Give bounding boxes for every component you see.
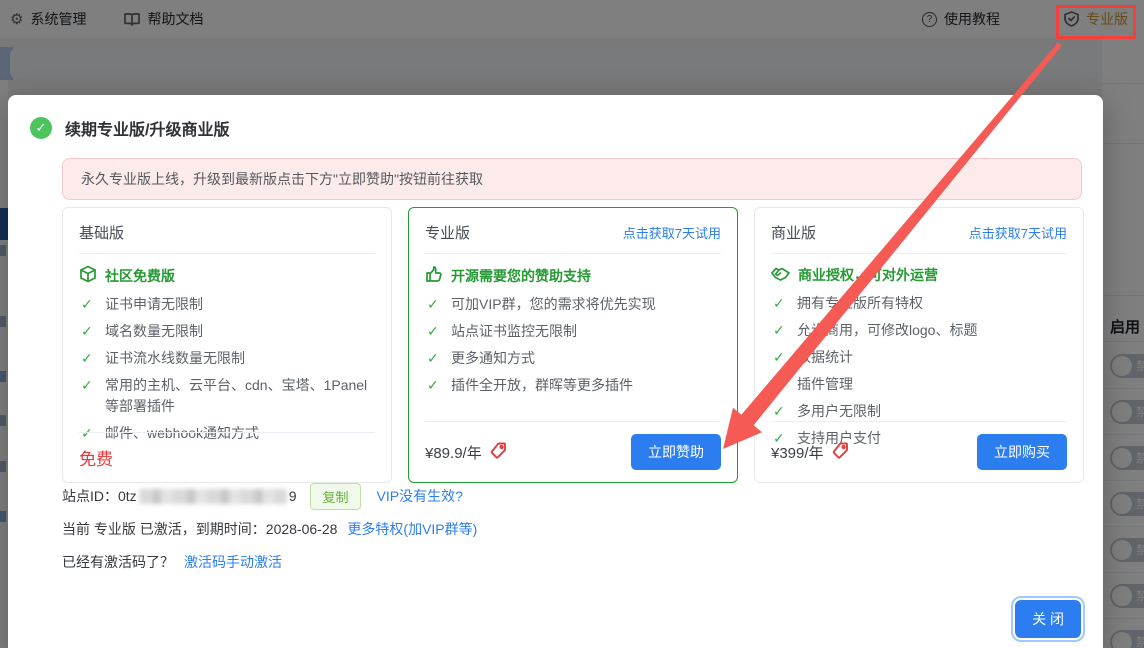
feature-item: ✓插件管理 [771, 374, 1067, 395]
pricing-cards: 基础版 社区免费版 ✓证书申请无限制 ✓域名数量无限制 ✓证书流水线数量无限制 ✓常用… [62, 207, 1084, 483]
manual-activation-link[interactable]: 激活码手动激活 [184, 552, 282, 572]
copy-button[interactable]: 复制 [310, 483, 360, 510]
upgrade-dialog: ✓ 续期专业版/升级商业版 永久专业版上线，升级到最新版点击下方"立即赞助"按钮… [8, 95, 1103, 648]
package-cube-icon [79, 265, 97, 286]
card-pro-title: 专业版 [425, 222, 470, 243]
activation-question-text: 已经有激活码了？ [62, 552, 174, 572]
card-pro-highlight: 开源需要您的赞助支持 [451, 266, 591, 286]
card-business-price: ¥399/年 [771, 442, 824, 463]
feature-item: ✓多用户无限制 [771, 401, 1067, 422]
pricing-card-pro: 专业版 点击获取7天试用 开源需要您的赞助支持 ✓可加VIP群，您的需求将优先实… [408, 207, 738, 483]
check-icon: ✓ [773, 401, 785, 422]
feature-item: ✓站点证书监控无限制 [425, 321, 721, 342]
card-business-title: 商业版 [771, 222, 816, 243]
card-basic-highlight: 社区免费版 [105, 266, 175, 286]
feature-item: ✓证书申请无限制 [79, 294, 375, 315]
sponsor-now-button[interactable]: 立即赞助 [631, 434, 721, 470]
dialog-footer-info: 站点ID： 0tz 9 复制 VIP没有生效? 当前 专业版 已激活，到期时间：… [62, 485, 477, 584]
check-icon: ✓ [773, 374, 785, 395]
site-id-redacted [139, 489, 287, 504]
feature-item: ✓可加VIP群，您的需求将优先实现 [425, 294, 721, 315]
buy-now-button[interactable]: 立即购买 [977, 434, 1067, 470]
feature-item: ✓域名数量无限制 [79, 321, 375, 342]
check-icon: ✓ [773, 293, 785, 314]
feature-item: ✓允许商用，可修改logo、标题 [771, 320, 1067, 341]
check-icon: ✓ [427, 375, 439, 396]
site-id-prefix: 0tz [118, 488, 137, 504]
card-basic-title: 基础版 [79, 222, 124, 243]
check-icon: ✓ [427, 294, 439, 315]
feature-item: ✓拥有专业版所有特权 [771, 293, 1067, 314]
handshake-icon [771, 266, 790, 285]
license-status-text: 当前 专业版 已激活，到期时间：2028-06-28 [62, 519, 337, 539]
card-pro-trial-link[interactable]: 点击获取7天试用 [623, 223, 721, 242]
card-business-highlight: 商业授权，可对外运营 [798, 265, 938, 285]
feature-item: ✓数据统计 [771, 347, 1067, 368]
feature-item: ✓插件全开放，群晖等更多插件 [425, 375, 721, 396]
promo-alert-text: 永久专业版上线，升级到最新版点击下方"立即赞助"按钮前往获取 [81, 169, 483, 189]
more-perks-link[interactable]: 更多特权(加VIP群等) [347, 519, 477, 539]
site-id-suffix: 9 [289, 488, 297, 504]
check-icon: ✓ [773, 320, 785, 341]
close-button[interactable]: 关 闭 [1015, 600, 1081, 638]
check-icon: ✓ [773, 347, 785, 368]
dialog-title: 续期专业版/升级商业版 [65, 116, 229, 140]
pricing-card-business: 商业版 点击获取7天试用 商业授权，可对外运营 ✓拥有专业版所有特权 ✓允许商用，… [754, 207, 1084, 483]
vip-not-working-link[interactable]: VIP没有生效? [377, 486, 463, 506]
check-icon: ✓ [427, 348, 439, 369]
discount-tag-icon [490, 442, 507, 463]
card-basic-features: ✓证书申请无限制 ✓域名数量无限制 ✓证书流水线数量无限制 ✓常用的主机、云平台、cd… [79, 294, 375, 444]
card-pro-price: ¥89.9/年 [425, 442, 482, 463]
card-basic-price: 免费 [79, 445, 113, 470]
promo-alert-banner: 永久专业版上线，升级到最新版点击下方"立即赞助"按钮前往获取 [62, 158, 1082, 200]
card-pro-features: ✓可加VIP群，您的需求将优先实现 ✓站点证书监控无限制 ✓更多通知方式 ✓插件全开放… [425, 294, 721, 396]
feature-item: ✓常用的主机、云平台、cdn、宝塔、1Panel等部署插件 [79, 375, 375, 417]
pricing-card-basic: 基础版 社区免费版 ✓证书申请无限制 ✓域名数量无限制 ✓证书流水线数量无限制 ✓常用… [62, 207, 392, 483]
screen: ⚙ 系统管理 帮助文档 ? 使用教程 专业版 [0, 0, 1144, 648]
dialog-header: ✓ 续期专业版/升级商业版 [30, 116, 229, 140]
check-icon: ✓ [81, 375, 93, 396]
site-id-label: 站点ID： [62, 486, 118, 506]
discount-tag-icon [832, 442, 849, 463]
check-icon: ✓ [81, 321, 93, 342]
feature-item: ✓更多通知方式 [425, 348, 721, 369]
check-icon: ✓ [427, 321, 439, 342]
check-icon: ✓ [81, 294, 93, 315]
feature-item: ✓证书流水线数量无限制 [79, 348, 375, 369]
success-check-icon: ✓ [30, 117, 52, 139]
thumbs-up-icon [425, 265, 443, 286]
card-business-trial-link[interactable]: 点击获取7天试用 [969, 223, 1067, 242]
check-icon: ✓ [81, 348, 93, 369]
